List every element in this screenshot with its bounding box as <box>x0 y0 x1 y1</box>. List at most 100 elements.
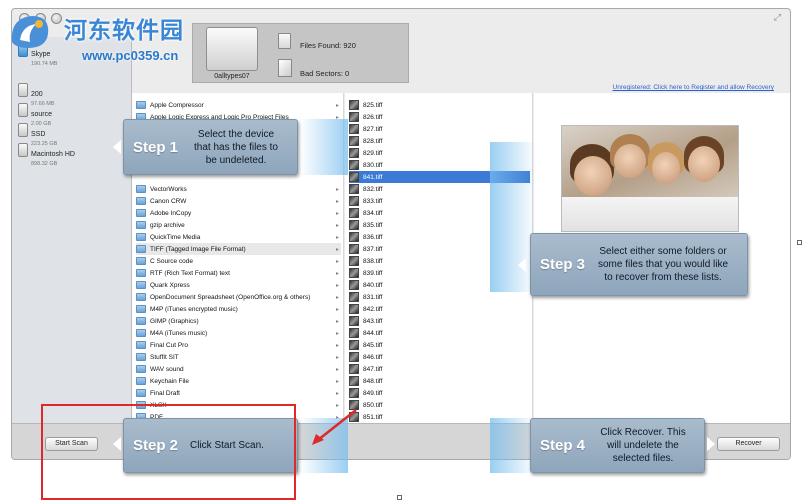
folder-label: Adobe InCopy <box>150 209 192 217</box>
file-list-item[interactable]: 846.tiff <box>349 351 530 363</box>
device-item-ssd[interactable]: SSD 223.25 GB <box>18 123 57 147</box>
step3-text: Select either some folders or some files… <box>597 246 729 283</box>
file-label: 829.tiff <box>363 149 383 157</box>
image-thumbnail-icon <box>349 136 359 146</box>
fullscreen-icon[interactable]: ⤢ <box>774 12 781 23</box>
device-name: 200 <box>31 91 43 98</box>
folder-list-item[interactable]: VectorWorks ▸ <box>136 183 341 195</box>
register-link[interactable]: Unregistered: Click here to Register and… <box>613 84 775 91</box>
folder-list-item[interactable]: Final Draft ▸ <box>136 387 341 399</box>
folder-list-item[interactable]: TIFF (Tagged Image File Format) ▸ <box>136 243 341 255</box>
folder-icon <box>136 245 146 253</box>
zoom-window-button[interactable] <box>51 13 62 24</box>
image-thumbnail-icon <box>349 244 359 254</box>
image-thumbnail-icon <box>349 172 359 182</box>
file-label: 826.tiff <box>363 113 383 121</box>
folder-list-item[interactable]: Apple Compressor ▸ <box>136 99 341 111</box>
folder-list-item[interactable]: Keychain File ▸ <box>136 375 341 387</box>
folder-label: Keychain File <box>150 377 190 385</box>
image-thumbnail-icon <box>349 196 359 206</box>
file-list-item[interactable]: 831.tiff <box>349 291 530 303</box>
file-list-item[interactable]: 847.tiff <box>349 363 530 375</box>
folder-list-item[interactable]: OpenDocument Spreadsheet (OpenOffice.org… <box>136 291 341 303</box>
folder-list-item[interactable]: C Source code ▸ <box>136 255 341 267</box>
file-label: 830.tiff <box>363 161 383 169</box>
image-thumbnail-icon <box>349 208 359 218</box>
expand-arrow-icon: ▸ <box>335 366 339 373</box>
files-found-label: Files Found: <box>300 41 342 50</box>
folder-list-item[interactable]: gzip archive ▸ <box>136 219 341 231</box>
file-label: 827.tiff <box>363 125 383 133</box>
device-sidebar: Skype 190.74 MB 200 97.66 MB source 2.00 GB… <box>12 37 132 437</box>
window-controls[interactable] <box>19 13 62 24</box>
folder-icon <box>136 281 146 289</box>
folder-label: RTF (Rich Text Format) text <box>150 269 230 277</box>
folder-list-item[interactable]: GIMP (Graphics) ▸ <box>136 315 341 327</box>
folder-icon <box>136 197 146 205</box>
file-list-item[interactable]: 826.tiff <box>349 111 530 123</box>
step1-callout: Step 1 Select the device that has the fi… <box>123 119 298 175</box>
folder-list-item[interactable]: StuffIt SIT ▸ <box>136 351 341 363</box>
step4-text: Click Recover. This will undelete the se… <box>600 427 686 464</box>
file-list-item[interactable]: 849.tiff <box>349 387 530 399</box>
file-list-item[interactable]: 825.tiff <box>349 99 530 111</box>
expand-arrow-icon: ▸ <box>335 234 339 241</box>
file-label: 828.tiff <box>363 137 383 145</box>
file-label: 841.tiff <box>363 173 383 181</box>
bad-sectors-value: 0 <box>345 69 350 78</box>
folder-list-item[interactable]: QuickTime Media ▸ <box>136 231 341 243</box>
file-list-item[interactable]: 842.tiff <box>349 303 530 315</box>
folder-icon <box>136 233 146 241</box>
file-label: 844.tiff <box>363 329 383 337</box>
folder-list-item[interactable]: Final Cut Pro ▸ <box>136 339 341 351</box>
image-thumbnail-icon <box>349 376 359 386</box>
file-label: 839.tiff <box>363 269 383 277</box>
step1-label: Step 1 <box>133 138 179 156</box>
start-scan-highlight-box <box>41 404 296 500</box>
folder-list-item[interactable]: RTF (Rich Text Format) text ▸ <box>136 267 341 279</box>
files-found: Files Found: 920 <box>300 41 356 50</box>
file-label: 848.tiff <box>363 377 383 385</box>
drive-icon <box>18 123 28 137</box>
folder-list-item[interactable]: Quark Xpress ▸ <box>136 279 341 291</box>
file-list-item[interactable]: 850.tiff <box>349 399 530 411</box>
folder-icon <box>136 389 146 397</box>
file-list-item[interactable]: 843.tiff <box>349 315 530 327</box>
hard-drive-icon <box>206 27 258 71</box>
step4-pointer-icon <box>707 437 715 451</box>
minimize-window-button[interactable] <box>35 13 46 24</box>
device-size: 190.74 MB <box>31 61 58 67</box>
close-window-button[interactable] <box>19 13 30 24</box>
step4-label: Step 4 <box>540 437 586 454</box>
image-thumbnail-icon <box>349 220 359 230</box>
device-item-200[interactable]: 200 97.66 MB <box>18 83 55 107</box>
folder-label: Final Draft <box>150 389 180 397</box>
device-item-macintosh-hd[interactable]: Macintosh HD 898.32 GB <box>18 143 75 167</box>
file-list-item[interactable]: 845.tiff <box>349 339 530 351</box>
folder-list-item[interactable]: M4P (iTunes encrypted music) ▸ <box>136 303 341 315</box>
device-item-source[interactable]: source 2.00 GB <box>18 103 52 127</box>
image-thumbnail-icon <box>349 292 359 302</box>
resize-handle-bottom[interactable] <box>397 495 402 500</box>
folder-list-item[interactable]: Adobe InCopy ▸ <box>136 207 341 219</box>
file-label: 833.tiff <box>363 197 383 205</box>
folder-icon <box>136 341 146 349</box>
file-list-item[interactable]: 848.tiff <box>349 375 530 387</box>
device-item-skype[interactable]: Skype 190.74 MB <box>18 43 58 67</box>
step3-label: Step 3 <box>540 256 586 273</box>
image-thumbnail-icon <box>349 160 359 170</box>
folder-label: gzip archive <box>150 221 185 229</box>
resize-handle-right[interactable] <box>797 240 802 245</box>
folder-label: M4P (iTunes encrypted music) <box>150 305 238 313</box>
folder-list-item[interactable]: WAV sound ▸ <box>136 363 341 375</box>
folder-list-item[interactable]: M4A (iTunes music) ▸ <box>136 327 341 339</box>
file-list-item[interactable]: 844.tiff <box>349 327 530 339</box>
file-label: 846.tiff <box>363 353 383 361</box>
expand-arrow-icon: ▸ <box>335 354 339 361</box>
recover-button[interactable]: Recover <box>717 437 780 451</box>
image-thumbnail-icon <box>349 304 359 314</box>
expand-arrow-icon: ▸ <box>335 294 339 301</box>
file-list-item[interactable]: 827.tiff <box>349 123 530 135</box>
folder-label: GIMP (Graphics) <box>150 317 199 325</box>
folder-list-item[interactable]: Canon CRW ▸ <box>136 195 341 207</box>
